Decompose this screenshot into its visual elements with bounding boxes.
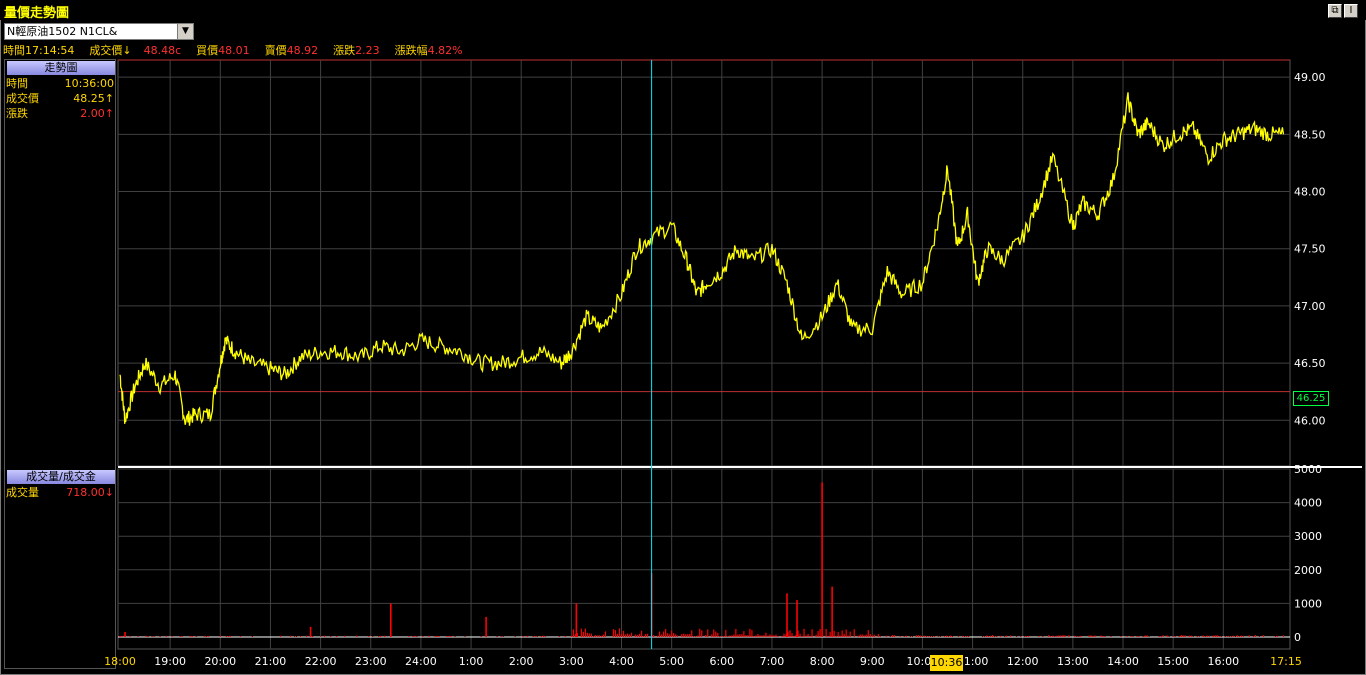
x-tick-label: 9:00 [860, 655, 885, 668]
reference-price-tag: 46.25 [1293, 391, 1329, 406]
y-tick-label: 46.50 [1294, 357, 1326, 370]
x-tick-label: 2:00 [509, 655, 534, 668]
volume-tick-label: 3000 [1294, 530, 1322, 543]
x-tick-label: 1:00 [459, 655, 484, 668]
volume-plot-frame [117, 468, 1291, 650]
x-tick-label: 20:00 [204, 655, 236, 668]
x-tick-label: 3:00 [559, 655, 584, 668]
y-tick-label: 47.50 [1294, 243, 1326, 256]
x-tick-label: 17:15 [1270, 655, 1302, 668]
x-tick-label: 19:00 [154, 655, 186, 668]
x-tick-label: 4:00 [609, 655, 634, 668]
x-tick-label: 5:00 [659, 655, 684, 668]
x-tick-label: 12:00 [1007, 655, 1039, 668]
x-tick-label: 7:00 [760, 655, 785, 668]
price-plot-frame [117, 59, 1291, 467]
volume-tick-label: 1000 [1294, 597, 1322, 610]
x-tick-label: 18:00 [104, 655, 136, 668]
x-tick-label: 24:00 [405, 655, 437, 668]
volume-tick-label: 0 [1294, 631, 1301, 644]
volume-tick-label: 4000 [1294, 497, 1322, 510]
x-tick-label: 15:00 [1157, 655, 1189, 668]
y-tick-label: 48.50 [1294, 128, 1326, 141]
x-tick-label: 6:00 [709, 655, 734, 668]
price-series-line [119, 92, 1285, 426]
x-tick-label: 22:00 [305, 655, 337, 668]
x-tick-label: 13:00 [1057, 655, 1089, 668]
price-volume-chart[interactable]: 18:00 19:00 20:00 21:00 22:00 23:00 24:00 1:00 2… [0, 0, 1366, 675]
x-tick-label: 21:00 [255, 655, 287, 668]
y-tick-label: 46.00 [1294, 414, 1326, 427]
y-tick-label: 47.00 [1294, 300, 1326, 313]
x-tick-label: 16:00 [1207, 655, 1239, 668]
x-tick-label: 23:00 [355, 655, 387, 668]
volume-tick-label: 5000 [1294, 463, 1322, 476]
y-tick-label: 48.00 [1294, 186, 1326, 199]
x-tick-label: 8:00 [810, 655, 835, 668]
y-tick-label: 49.00 [1294, 71, 1326, 84]
cursor-time-tag: 10:36 [930, 655, 963, 671]
x-tick-label: 14:00 [1107, 655, 1139, 668]
volume-tick-label: 2000 [1294, 564, 1322, 577]
